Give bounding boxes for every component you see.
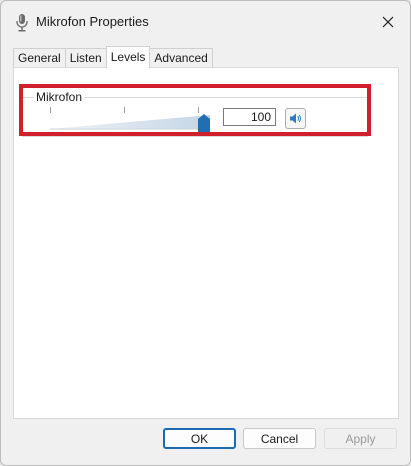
microphone-icon — [15, 13, 29, 33]
slider-tick — [124, 107, 125, 113]
levels-panel: Mikrofon — [13, 67, 399, 419]
tab-listen[interactable]: Listen — [64, 48, 107, 67]
group-label: Mikrofon — [34, 90, 85, 104]
cancel-button[interactable]: Cancel — [243, 428, 316, 449]
slider-thumb[interactable] — [198, 114, 210, 132]
tab-general[interactable]: General — [13, 48, 66, 67]
volume-slider[interactable] — [50, 107, 210, 132]
level-input[interactable] — [223, 108, 276, 126]
slider-tick — [198, 107, 199, 113]
mute-button[interactable] — [285, 108, 306, 129]
slider-tick — [50, 107, 51, 113]
properties-dialog: Mikrofon Properties General Listen Level… — [0, 0, 411, 466]
dialog-footer: OK Cancel Apply — [1, 423, 410, 465]
apply-button[interactable]: Apply — [324, 428, 397, 449]
ok-button[interactable]: OK — [163, 428, 236, 449]
tab-strip: General Listen Levels Advanced — [13, 46, 213, 68]
slider-track — [50, 115, 210, 130]
tab-advanced[interactable]: Advanced — [149, 48, 213, 67]
speaker-icon — [290, 113, 301, 124]
tab-levels[interactable]: Levels — [105, 46, 151, 68]
close-button[interactable] — [376, 10, 400, 34]
close-icon — [382, 16, 394, 28]
title-bar: Mikrofon Properties — [1, 1, 410, 43]
window-title: Mikrofon Properties — [36, 14, 149, 29]
